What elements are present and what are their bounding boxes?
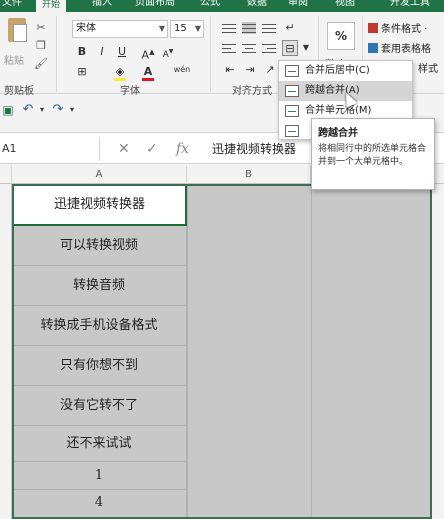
paste-sheet-icon	[13, 24, 27, 42]
cell-a2[interactable]: 可以转换视频	[12, 226, 187, 266]
ribbon-separator	[56, 16, 57, 92]
cell-a7[interactable]: 还不来试试	[12, 426, 187, 462]
paste-button[interactable]	[2, 18, 28, 48]
ribbon-tab-bar: 文件 开始 插入 页面布局 公式 数据 审阅 视图 开发工具	[0, 0, 444, 12]
cell-a6[interactable]: 没有它转不了	[12, 386, 187, 426]
merge-center-icon[interactable]: ⊟	[282, 40, 298, 56]
phonetic-button[interactable]: wén	[170, 62, 194, 78]
align-bottom-button[interactable]	[262, 22, 276, 34]
tab-developer[interactable]: 开发工具	[390, 0, 430, 10]
border-icon[interactable]: ⊞	[74, 64, 90, 80]
cell-a8[interactable]: 1	[12, 462, 187, 490]
cancel-icon[interactable]: ✕	[118, 137, 130, 161]
cut-icon[interactable]: ✂	[34, 22, 48, 34]
italic-button[interactable]: I	[94, 44, 110, 60]
row-headers	[0, 184, 12, 519]
decrease-indent-icon[interactable]: ⇤	[222, 62, 238, 78]
paste-label: 粘贴	[4, 56, 24, 67]
tooltip-title: 跨越合并	[318, 128, 358, 139]
conditional-format-button[interactable]: 条件格式 ·	[368, 20, 427, 35]
chevron-down-icon: ▼	[194, 24, 201, 33]
cell-a1[interactable]: 迅捷视频转换器	[12, 184, 187, 226]
font-name-combo[interactable]: 宋体 ▼	[72, 20, 168, 38]
table-format-label: 套用表格格	[381, 44, 431, 55]
cell-a9[interactable]: 4	[12, 490, 187, 519]
name-box[interactable]: A1	[0, 137, 100, 161]
merge-cells-icon	[285, 105, 299, 117]
tab-data[interactable]: 数据	[247, 0, 267, 10]
align-middle-button[interactable]	[242, 22, 256, 34]
clipboard-group-label: 剪贴板	[4, 86, 34, 97]
shrink-font-icon[interactable]: A▼	[160, 44, 176, 60]
tooltip-description: 将相同行中的所选单元格合并到一个大单元格中。	[318, 144, 427, 167]
fill-color-bar	[114, 78, 126, 81]
tab-page-layout[interactable]: 页面布局	[135, 0, 175, 10]
increase-indent-icon[interactable]: ⇥	[242, 62, 258, 78]
tab-file[interactable]: 文件	[2, 0, 22, 10]
unmerge-icon	[285, 125, 299, 137]
column-header-a[interactable]: A	[12, 166, 187, 184]
tooltip: 跨越合并 将相同行中的所选单元格合并到一个大单元格中。	[311, 118, 435, 190]
column-header-b[interactable]: B	[187, 166, 311, 184]
copy-icon[interactable]: ❐	[34, 40, 48, 52]
orientation-icon[interactable]: ↗	[262, 62, 278, 78]
menu-item-merge-center[interactable]: 合并后居中(C)	[279, 61, 412, 81]
format-as-table-button[interactable]: 套用表格格	[368, 40, 431, 55]
font-size-combo[interactable]: 15 ▼	[170, 20, 204, 38]
cell-a4[interactable]: 转换成手机设备格式	[12, 306, 187, 346]
bold-button[interactable]: B	[74, 44, 90, 60]
format-painter-icon[interactable]: 🖌	[34, 58, 48, 70]
tab-insert[interactable]: 插入	[92, 0, 112, 10]
cell-style-label: 样式	[418, 64, 438, 75]
alignment-group-label: 对齐方式	[232, 86, 272, 97]
chevron-down-icon[interactable]: ▾	[34, 102, 50, 118]
tab-home[interactable]: 开始	[36, 0, 67, 12]
chevron-down-icon[interactable]: ▼	[298, 40, 314, 56]
menu-item-label: 合并后居中(C)	[305, 65, 370, 76]
chevron-down-icon[interactable]: ▾	[64, 102, 80, 118]
select-all-corner[interactable]	[0, 166, 12, 184]
save-icon[interactable]: ▣	[0, 102, 16, 118]
font-color-bar	[142, 78, 154, 81]
conditional-format-label: 条件格式 ·	[381, 24, 428, 35]
merge-center-icon	[285, 65, 299, 77]
table-format-icon	[368, 43, 378, 53]
tab-review[interactable]: 审阅	[288, 0, 308, 10]
align-top-button[interactable]	[222, 22, 236, 34]
menu-item-label: 合并单元格(M)	[305, 105, 372, 116]
ribbon-separator	[210, 16, 211, 92]
align-right-button[interactable]	[262, 42, 276, 54]
wrap-text-icon[interactable]: ↵	[282, 20, 298, 36]
insert-function-icon[interactable]: fx	[176, 137, 189, 161]
conditional-format-icon	[368, 23, 378, 33]
align-left-button[interactable]	[222, 42, 236, 54]
cell-style-button[interactable]: 样式	[418, 60, 438, 75]
merge-across-icon	[285, 85, 299, 97]
font-group-label: 字体	[120, 86, 140, 97]
confirm-icon[interactable]: ✓	[146, 137, 158, 161]
font-name-value: 宋体	[76, 23, 96, 34]
font-size-value: 15	[174, 23, 187, 34]
gridline	[187, 184, 188, 519]
number-format-button[interactable]: %	[327, 22, 355, 50]
align-center-button[interactable]	[242, 42, 256, 54]
chevron-down-icon: ▼	[158, 24, 165, 33]
cell-a5[interactable]: 只有你想不到	[12, 346, 187, 386]
underline-button[interactable]: U	[114, 44, 130, 60]
tab-view[interactable]: 视图	[335, 0, 355, 10]
gridline	[311, 184, 312, 519]
grow-font-icon[interactable]: A▲	[140, 44, 156, 62]
tab-formulas[interactable]: 公式	[200, 0, 220, 10]
cell-a3[interactable]: 转换音频	[12, 266, 187, 306]
